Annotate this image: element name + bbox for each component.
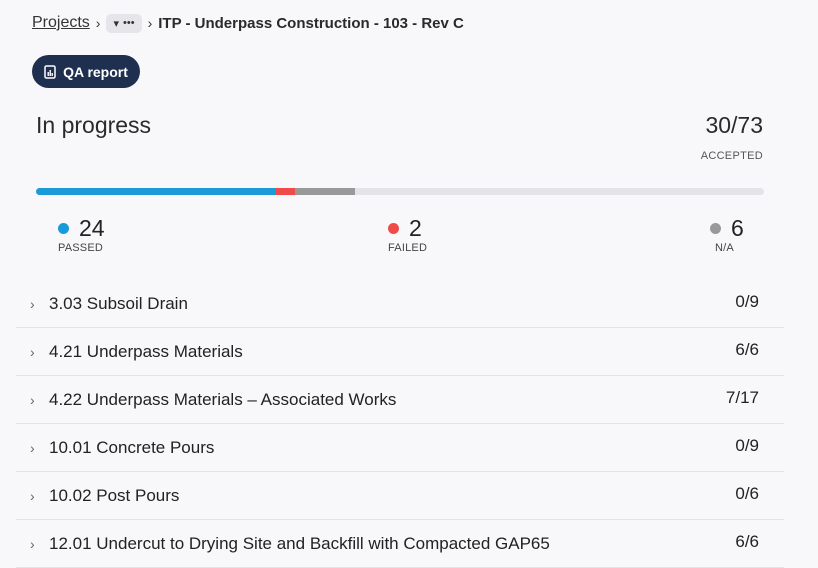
- list-item-count: 6/6: [735, 532, 759, 551]
- chevron-right-icon: ›: [30, 391, 35, 408]
- list-item[interactable]: › 3.03 Subsoil Drain 0/9: [16, 280, 784, 328]
- chevron-right-icon: ›: [30, 535, 35, 552]
- passed-dot-icon: [58, 223, 69, 234]
- section-list: › 3.03 Subsoil Drain 0/9 › 4.21 Underpas…: [16, 280, 784, 568]
- list-item-count: 6/6: [735, 340, 759, 359]
- list-item-title: 10.01 Concrete Pours: [49, 437, 215, 457]
- caret-down-icon: ▾: [113, 17, 119, 30]
- qa-report-label: QA report: [63, 63, 128, 80]
- na-count: 6: [731, 215, 744, 241]
- stat-failed: 2 FAILED: [388, 215, 427, 254]
- chevron-right-icon: ›: [30, 343, 35, 360]
- progress-na-segment: [295, 188, 355, 195]
- failed-dot-icon: [388, 223, 399, 234]
- list-item-title: 4.22 Underpass Materials – Associated Wo…: [49, 389, 397, 409]
- progress-passed-segment: [36, 188, 276, 195]
- stat-passed: 24 PASSED: [58, 215, 105, 254]
- progress-bar: [36, 188, 764, 195]
- list-item-title: 10.02 Post Pours: [49, 485, 180, 505]
- list-item-title: 4.21 Underpass Materials: [49, 341, 243, 361]
- list-item-title: 3.03 Subsoil Drain: [49, 293, 188, 313]
- report-icon: [44, 64, 56, 79]
- chevron-right-icon: ›: [30, 487, 35, 504]
- na-label: N/A: [715, 242, 734, 254]
- chevron-right-icon: ›: [147, 15, 153, 31]
- chevron-right-icon: ›: [30, 439, 35, 456]
- list-item[interactable]: › 10.02 Post Pours 0/6: [16, 472, 784, 520]
- breadcrumb-current: ITP - Underpass Construction - 103 - Rev…: [158, 14, 464, 32]
- list-item-count: 0/9: [735, 292, 759, 311]
- passed-label: PASSED: [58, 242, 104, 254]
- accepted-count: 30/73: [705, 112, 763, 138]
- list-item-count: 0/6: [735, 484, 759, 503]
- failed-label: FAILED: [388, 242, 428, 254]
- failed-count: 2: [409, 215, 422, 241]
- status-title: In progress: [36, 112, 152, 138]
- more-icon: •••: [123, 17, 135, 29]
- stat-na: 6 N/A: [710, 215, 744, 254]
- list-item-title: 12.01 Undercut to Drying Site and Backfi…: [49, 533, 550, 553]
- list-item[interactable]: › 12.01 Undercut to Drying Site and Back…: [16, 520, 784, 568]
- breadcrumb-projects-link[interactable]: Projects: [32, 14, 90, 32]
- breadcrumb-more-button[interactable]: ▾ •••: [106, 13, 142, 33]
- list-item[interactable]: › 4.21 Underpass Materials 6/6: [16, 328, 784, 376]
- qa-report-button[interactable]: QA report: [32, 55, 140, 88]
- chevron-right-icon: ›: [30, 295, 35, 312]
- progress-failed-segment: [275, 188, 296, 195]
- passed-count: 24: [79, 215, 105, 241]
- list-item-count: 0/9: [735, 436, 759, 455]
- list-item[interactable]: › 4.22 Underpass Materials – Associated …: [16, 376, 784, 424]
- list-item-count: 7/17: [725, 388, 759, 407]
- accepted-label: ACCEPTED: [700, 150, 763, 162]
- chevron-right-icon: ›: [95, 15, 101, 31]
- breadcrumb: Projects › ▾ ••• › ITP - Underpass Const…: [32, 12, 464, 34]
- list-item[interactable]: › 10.01 Concrete Pours 0/9: [16, 424, 784, 472]
- na-dot-icon: [710, 223, 721, 234]
